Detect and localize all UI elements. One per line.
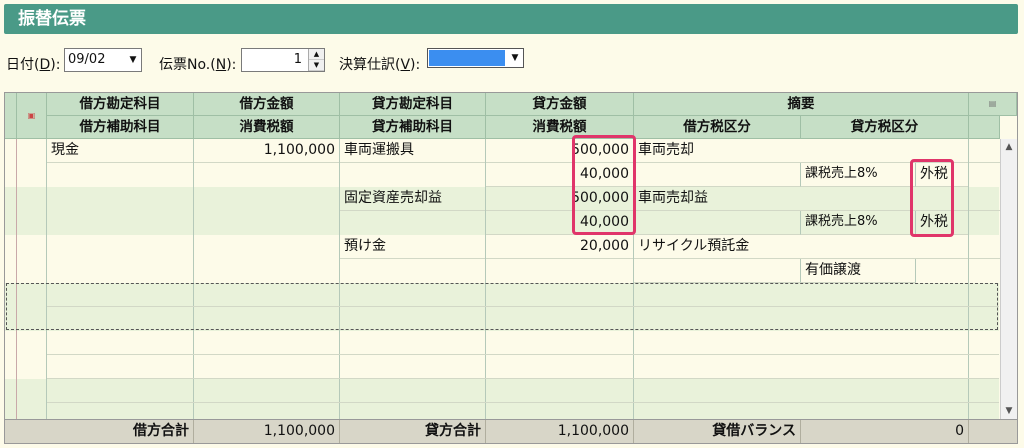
table-cell[interactable]: 課税売上8% xyxy=(801,211,916,235)
journal-grid: ▣ 借方勘定科目 借方金額 貸方勘定科目 貸方金額 摘要 ▤ 借方補助科目 消費… xyxy=(4,92,1018,444)
voucher-no-label: 伝票No.(N): xyxy=(159,57,237,73)
date-value[interactable]: 09/02 xyxy=(68,52,105,67)
header-debit-tax[interactable]: 消費税額 xyxy=(194,116,340,139)
table-cell[interactable]: 車両運搬具 xyxy=(340,139,486,163)
table-cell[interactable]: リサイクル預託金 xyxy=(634,235,1000,259)
header-spacer xyxy=(969,116,1000,139)
credit-total-value: 1,100,000 xyxy=(486,420,634,443)
column-settings-icon[interactable]: ▤ xyxy=(969,93,1017,116)
date-label: 日付(D): xyxy=(6,57,61,73)
table-cell[interactable]: 現金 xyxy=(47,139,194,163)
header-debit-tax-class[interactable]: 借方税区分 xyxy=(634,116,801,139)
column-line xyxy=(968,139,969,419)
table-cell[interactable]: 有価譲渡 xyxy=(801,259,916,283)
header-credit-amount[interactable]: 貸方金額 xyxy=(486,93,634,116)
row-band xyxy=(5,379,999,419)
row-line xyxy=(47,378,999,379)
row-line xyxy=(47,354,999,355)
column-line xyxy=(46,139,47,419)
scroll-up-icon[interactable]: ▲ xyxy=(1001,139,1017,155)
vertical-scrollbar[interactable]: ▲ ▼ xyxy=(1000,139,1017,419)
header-debit-amount[interactable]: 借方金額 xyxy=(194,93,340,116)
closing-entry-select[interactable]: ▼ xyxy=(427,48,524,68)
scroll-down-icon[interactable]: ▼ xyxy=(1001,403,1017,419)
header-credit-sub-account[interactable]: 貸方補助科目 xyxy=(340,116,486,139)
debit-total-value: 1,100,000 xyxy=(194,420,340,443)
table-cell[interactable]: 課税売上8% xyxy=(801,163,916,187)
header-summary[interactable]: 摘要 xyxy=(634,93,969,116)
voucher-no-field[interactable]: 1 ▲ ▼ xyxy=(241,48,325,72)
table-cell[interactable] xyxy=(634,259,801,283)
chevron-down-icon[interactable]: ▼ xyxy=(125,49,141,71)
table-cell[interactable]: 1,100,000 xyxy=(194,139,340,163)
header-debit-sub-account[interactable]: 借方補助科目 xyxy=(47,116,194,139)
selected-row-outline[interactable] xyxy=(6,283,998,330)
credit-total-label: 貸方合計 xyxy=(340,420,486,443)
chevron-up-icon[interactable]: ▲ xyxy=(309,49,324,60)
voucher-no-stepper[interactable]: ▲ ▼ xyxy=(308,49,324,71)
chevron-down-icon[interactable]: ▼ xyxy=(309,60,324,71)
closing-entry-label: 決算仕訳(V): xyxy=(339,57,421,73)
column-line xyxy=(193,139,194,419)
balance-value: 0 xyxy=(801,420,969,443)
highlight-credit-amounts xyxy=(572,135,636,235)
row-header-gutter xyxy=(5,93,17,139)
highlight-tax-type xyxy=(910,159,954,237)
totals-footer: 借方合計 1,100,000 貸方合計 1,100,000 貸借バランス 0 xyxy=(5,419,1017,443)
debit-total-label: 借方合計 xyxy=(47,420,194,443)
header-debit-account[interactable]: 借方勘定科目 xyxy=(47,93,194,116)
header-credit-account[interactable]: 貸方勘定科目 xyxy=(340,93,486,116)
table-cell[interactable] xyxy=(634,211,801,235)
voucher-no-value[interactable]: 1 xyxy=(294,52,302,67)
chevron-down-icon[interactable]: ▼ xyxy=(507,49,523,67)
column-line xyxy=(339,139,340,419)
window-title: 振替伝票 xyxy=(4,4,1018,34)
row-marker-icon[interactable]: ▣ xyxy=(17,93,47,139)
header-credit-tax-class[interactable]: 貸方税区分 xyxy=(801,116,969,139)
table-cell[interactable] xyxy=(634,163,801,187)
table-cell[interactable]: 固定資産売却益 xyxy=(340,187,486,211)
table-cell[interactable]: 預け金 xyxy=(340,235,486,259)
balance-label: 貸借バランス xyxy=(634,420,801,443)
date-field[interactable]: 09/02 ▼ xyxy=(64,48,142,72)
closing-entry-swatch xyxy=(429,50,505,66)
gutter-line xyxy=(16,139,17,419)
table-cell[interactable]: 20,000 xyxy=(486,235,634,259)
row-line xyxy=(47,402,999,403)
column-line xyxy=(485,139,486,419)
